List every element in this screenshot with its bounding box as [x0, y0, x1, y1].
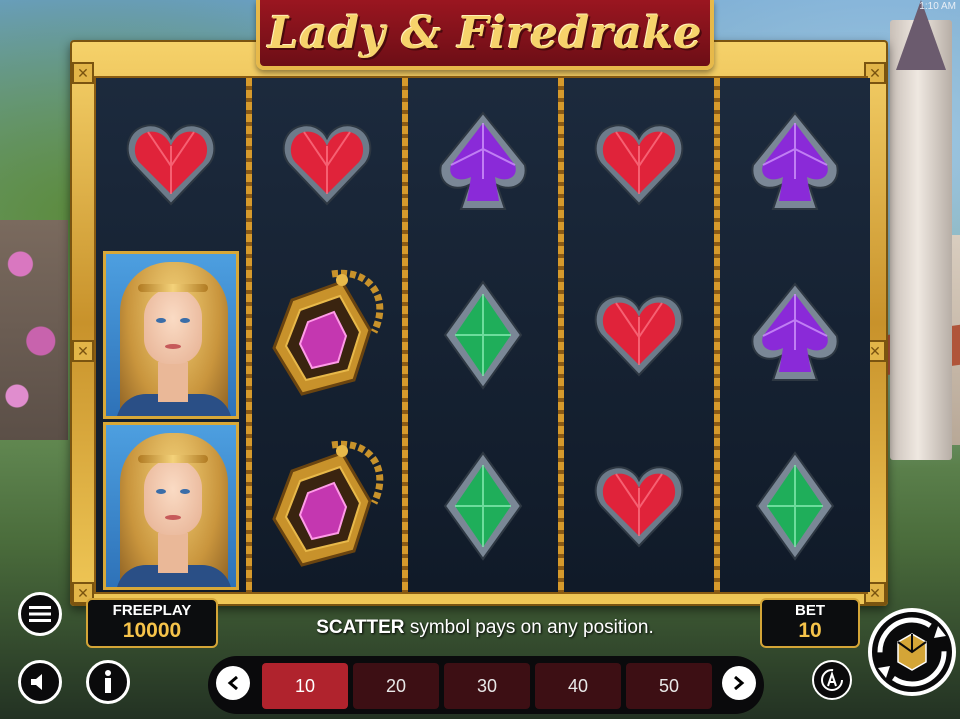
info-message: SCATTER symbol pays on any position. [230, 617, 740, 639]
message-text: symbol pays on any position. [409, 617, 654, 638]
reel-area [94, 76, 870, 594]
message-highlight: SCATTER [316, 617, 405, 638]
bet-option-30[interactable]: 30 [444, 663, 530, 709]
system-clock: 1:10 AM [919, 1, 956, 12]
bet-option-20[interactable]: 20 [353, 663, 439, 709]
heart-symbol [252, 78, 402, 249]
emerald-symbol [720, 420, 870, 591]
heart-symbol [564, 249, 714, 420]
hamburger-icon [29, 606, 51, 622]
autoplay-icon [821, 669, 843, 691]
tower-decoration [890, 20, 952, 460]
sound-button[interactable] [18, 660, 62, 704]
frame-corner-ornament [72, 62, 94, 84]
frame-side-ornament [72, 340, 94, 362]
bet-prev-button[interactable] [216, 666, 250, 700]
flowers-decoration [0, 220, 68, 440]
balance-value: 10000 [122, 619, 182, 642]
game-title: Lady & Firedrake [267, 7, 703, 59]
info-icon [105, 670, 111, 693]
heart-symbol [564, 420, 714, 591]
spade-symbol [720, 78, 870, 249]
lady-symbol [103, 251, 239, 419]
balance-label: FREEPLAY [112, 602, 192, 619]
autoplay-button[interactable] [812, 660, 852, 700]
menu-button[interactable] [18, 592, 62, 636]
lady-symbol [103, 422, 239, 590]
spin-button[interactable] [868, 596, 956, 708]
bet-option-10[interactable]: 10 [262, 663, 348, 709]
emerald-symbol [408, 420, 558, 591]
info-button[interactable] [86, 660, 130, 704]
heart-symbol [96, 78, 246, 249]
emerald-symbol [408, 249, 558, 420]
chevron-right-icon [734, 676, 745, 690]
chevron-left-icon [227, 676, 238, 690]
bet-value: 10 [798, 619, 822, 642]
amulet-symbol [252, 420, 402, 591]
bet-label: BET [795, 602, 825, 619]
bet-box: BET 10 [760, 598, 860, 648]
bet-next-button[interactable] [722, 666, 756, 700]
balance-box: FREEPLAY 10000 [86, 598, 218, 648]
spin-icon [868, 608, 956, 696]
spade-symbol [408, 78, 558, 249]
amulet-symbol [252, 249, 402, 420]
speaker-icon [31, 674, 42, 690]
spade-symbol [720, 249, 870, 420]
reel-frame [70, 40, 888, 606]
bet-option-50[interactable]: 50 [626, 663, 712, 709]
heart-symbol [564, 78, 714, 249]
bet-option-40[interactable]: 40 [535, 663, 621, 709]
game-title-plaque: Lady & Firedrake [256, 0, 714, 70]
